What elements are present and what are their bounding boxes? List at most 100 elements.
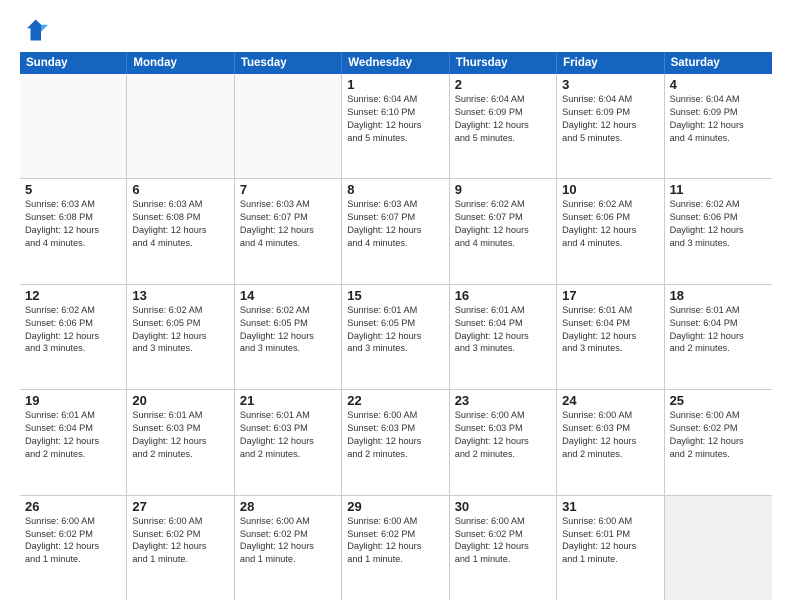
calendar-cell: [665, 496, 772, 600]
day-number: 13: [132, 288, 228, 303]
calendar-cell: 15Sunrise: 6:01 AM Sunset: 6:05 PM Dayli…: [342, 285, 449, 389]
day-number: 11: [670, 182, 767, 197]
calendar-cell: 9Sunrise: 6:02 AM Sunset: 6:07 PM Daylig…: [450, 179, 557, 283]
day-number: 9: [455, 182, 551, 197]
day-number: 31: [562, 499, 658, 514]
calendar-row-1: 5Sunrise: 6:03 AM Sunset: 6:08 PM Daylig…: [20, 179, 772, 284]
calendar: SundayMondayTuesdayWednesdayThursdayFrid…: [20, 52, 772, 600]
cell-info: Sunrise: 6:01 AM Sunset: 6:04 PM Dayligh…: [670, 304, 767, 356]
day-number: 12: [25, 288, 121, 303]
calendar-row-3: 19Sunrise: 6:01 AM Sunset: 6:04 PM Dayli…: [20, 390, 772, 495]
calendar-cell: 29Sunrise: 6:00 AM Sunset: 6:02 PM Dayli…: [342, 496, 449, 600]
day-number: 19: [25, 393, 121, 408]
calendar-cell: 13Sunrise: 6:02 AM Sunset: 6:05 PM Dayli…: [127, 285, 234, 389]
cell-info: Sunrise: 6:04 AM Sunset: 6:09 PM Dayligh…: [670, 93, 767, 145]
calendar-cell: 23Sunrise: 6:00 AM Sunset: 6:03 PM Dayli…: [450, 390, 557, 494]
day-number: 2: [455, 77, 551, 92]
cell-info: Sunrise: 6:04 AM Sunset: 6:09 PM Dayligh…: [562, 93, 658, 145]
calendar-cell: 20Sunrise: 6:01 AM Sunset: 6:03 PM Dayli…: [127, 390, 234, 494]
cell-info: Sunrise: 6:02 AM Sunset: 6:05 PM Dayligh…: [240, 304, 336, 356]
day-number: 16: [455, 288, 551, 303]
cell-info: Sunrise: 6:01 AM Sunset: 6:03 PM Dayligh…: [132, 409, 228, 461]
calendar-cell: 16Sunrise: 6:01 AM Sunset: 6:04 PM Dayli…: [450, 285, 557, 389]
calendar-cell: 27Sunrise: 6:00 AM Sunset: 6:02 PM Dayli…: [127, 496, 234, 600]
day-number: 28: [240, 499, 336, 514]
calendar-cell: 11Sunrise: 6:02 AM Sunset: 6:06 PM Dayli…: [665, 179, 772, 283]
calendar-cell: 10Sunrise: 6:02 AM Sunset: 6:06 PM Dayli…: [557, 179, 664, 283]
day-number: 21: [240, 393, 336, 408]
day-number: 15: [347, 288, 443, 303]
calendar-cell: 4Sunrise: 6:04 AM Sunset: 6:09 PM Daylig…: [665, 74, 772, 178]
calendar-cell: 30Sunrise: 6:00 AM Sunset: 6:02 PM Dayli…: [450, 496, 557, 600]
cell-info: Sunrise: 6:00 AM Sunset: 6:01 PM Dayligh…: [562, 515, 658, 567]
header-cell-thursday: Thursday: [450, 52, 557, 74]
day-number: 26: [25, 499, 121, 514]
header-cell-monday: Monday: [127, 52, 234, 74]
cell-info: Sunrise: 6:00 AM Sunset: 6:02 PM Dayligh…: [347, 515, 443, 567]
cell-info: Sunrise: 6:00 AM Sunset: 6:02 PM Dayligh…: [455, 515, 551, 567]
calendar-cell: 12Sunrise: 6:02 AM Sunset: 6:06 PM Dayli…: [20, 285, 127, 389]
calendar-header-row: SundayMondayTuesdayWednesdayThursdayFrid…: [20, 52, 772, 74]
calendar-cell: 5Sunrise: 6:03 AM Sunset: 6:08 PM Daylig…: [20, 179, 127, 283]
cell-info: Sunrise: 6:03 AM Sunset: 6:08 PM Dayligh…: [132, 198, 228, 250]
cell-info: Sunrise: 6:00 AM Sunset: 6:02 PM Dayligh…: [240, 515, 336, 567]
calendar-cell: [20, 74, 127, 178]
cell-info: Sunrise: 6:00 AM Sunset: 6:03 PM Dayligh…: [562, 409, 658, 461]
calendar-cell: 7Sunrise: 6:03 AM Sunset: 6:07 PM Daylig…: [235, 179, 342, 283]
day-number: 1: [347, 77, 443, 92]
calendar-cell: 8Sunrise: 6:03 AM Sunset: 6:07 PM Daylig…: [342, 179, 449, 283]
day-number: 6: [132, 182, 228, 197]
cell-info: Sunrise: 6:00 AM Sunset: 6:03 PM Dayligh…: [347, 409, 443, 461]
header-cell-wednesday: Wednesday: [342, 52, 449, 74]
calendar-cell: 28Sunrise: 6:00 AM Sunset: 6:02 PM Dayli…: [235, 496, 342, 600]
day-number: 27: [132, 499, 228, 514]
calendar-row-0: 1Sunrise: 6:04 AM Sunset: 6:10 PM Daylig…: [20, 74, 772, 179]
day-number: 29: [347, 499, 443, 514]
cell-info: Sunrise: 6:00 AM Sunset: 6:02 PM Dayligh…: [670, 409, 767, 461]
cell-info: Sunrise: 6:01 AM Sunset: 6:04 PM Dayligh…: [25, 409, 121, 461]
cell-info: Sunrise: 6:00 AM Sunset: 6:02 PM Dayligh…: [132, 515, 228, 567]
day-number: 3: [562, 77, 658, 92]
page: SundayMondayTuesdayWednesdayThursdayFrid…: [0, 0, 792, 612]
calendar-cell: 14Sunrise: 6:02 AM Sunset: 6:05 PM Dayli…: [235, 285, 342, 389]
cell-info: Sunrise: 6:02 AM Sunset: 6:05 PM Dayligh…: [132, 304, 228, 356]
header-cell-tuesday: Tuesday: [235, 52, 342, 74]
header-cell-friday: Friday: [557, 52, 664, 74]
calendar-cell: 3Sunrise: 6:04 AM Sunset: 6:09 PM Daylig…: [557, 74, 664, 178]
cell-info: Sunrise: 6:03 AM Sunset: 6:07 PM Dayligh…: [347, 198, 443, 250]
calendar-cell: 26Sunrise: 6:00 AM Sunset: 6:02 PM Dayli…: [20, 496, 127, 600]
calendar-row-2: 12Sunrise: 6:02 AM Sunset: 6:06 PM Dayli…: [20, 285, 772, 390]
day-number: 25: [670, 393, 767, 408]
calendar-cell: 17Sunrise: 6:01 AM Sunset: 6:04 PM Dayli…: [557, 285, 664, 389]
cell-info: Sunrise: 6:03 AM Sunset: 6:08 PM Dayligh…: [25, 198, 121, 250]
logo-icon: [20, 16, 48, 44]
calendar-cell: 2Sunrise: 6:04 AM Sunset: 6:09 PM Daylig…: [450, 74, 557, 178]
cell-info: Sunrise: 6:01 AM Sunset: 6:05 PM Dayligh…: [347, 304, 443, 356]
cell-info: Sunrise: 6:04 AM Sunset: 6:09 PM Dayligh…: [455, 93, 551, 145]
day-number: 23: [455, 393, 551, 408]
calendar-cell: 19Sunrise: 6:01 AM Sunset: 6:04 PM Dayli…: [20, 390, 127, 494]
cell-info: Sunrise: 6:03 AM Sunset: 6:07 PM Dayligh…: [240, 198, 336, 250]
day-number: 10: [562, 182, 658, 197]
cell-info: Sunrise: 6:01 AM Sunset: 6:04 PM Dayligh…: [455, 304, 551, 356]
day-number: 17: [562, 288, 658, 303]
calendar-cell: 24Sunrise: 6:00 AM Sunset: 6:03 PM Dayli…: [557, 390, 664, 494]
day-number: 4: [670, 77, 767, 92]
cell-info: Sunrise: 6:00 AM Sunset: 6:03 PM Dayligh…: [455, 409, 551, 461]
day-number: 5: [25, 182, 121, 197]
calendar-cell: 18Sunrise: 6:01 AM Sunset: 6:04 PM Dayli…: [665, 285, 772, 389]
calendar-cell: 31Sunrise: 6:00 AM Sunset: 6:01 PM Dayli…: [557, 496, 664, 600]
calendar-cell: 21Sunrise: 6:01 AM Sunset: 6:03 PM Dayli…: [235, 390, 342, 494]
header-cell-saturday: Saturday: [665, 52, 772, 74]
calendar-cell: 22Sunrise: 6:00 AM Sunset: 6:03 PM Dayli…: [342, 390, 449, 494]
day-number: 22: [347, 393, 443, 408]
day-number: 14: [240, 288, 336, 303]
day-number: 8: [347, 182, 443, 197]
calendar-cell: 6Sunrise: 6:03 AM Sunset: 6:08 PM Daylig…: [127, 179, 234, 283]
cell-info: Sunrise: 6:02 AM Sunset: 6:06 PM Dayligh…: [562, 198, 658, 250]
calendar-cell: 1Sunrise: 6:04 AM Sunset: 6:10 PM Daylig…: [342, 74, 449, 178]
calendar-cell: [235, 74, 342, 178]
day-number: 20: [132, 393, 228, 408]
cell-info: Sunrise: 6:01 AM Sunset: 6:03 PM Dayligh…: [240, 409, 336, 461]
header-cell-sunday: Sunday: [20, 52, 127, 74]
